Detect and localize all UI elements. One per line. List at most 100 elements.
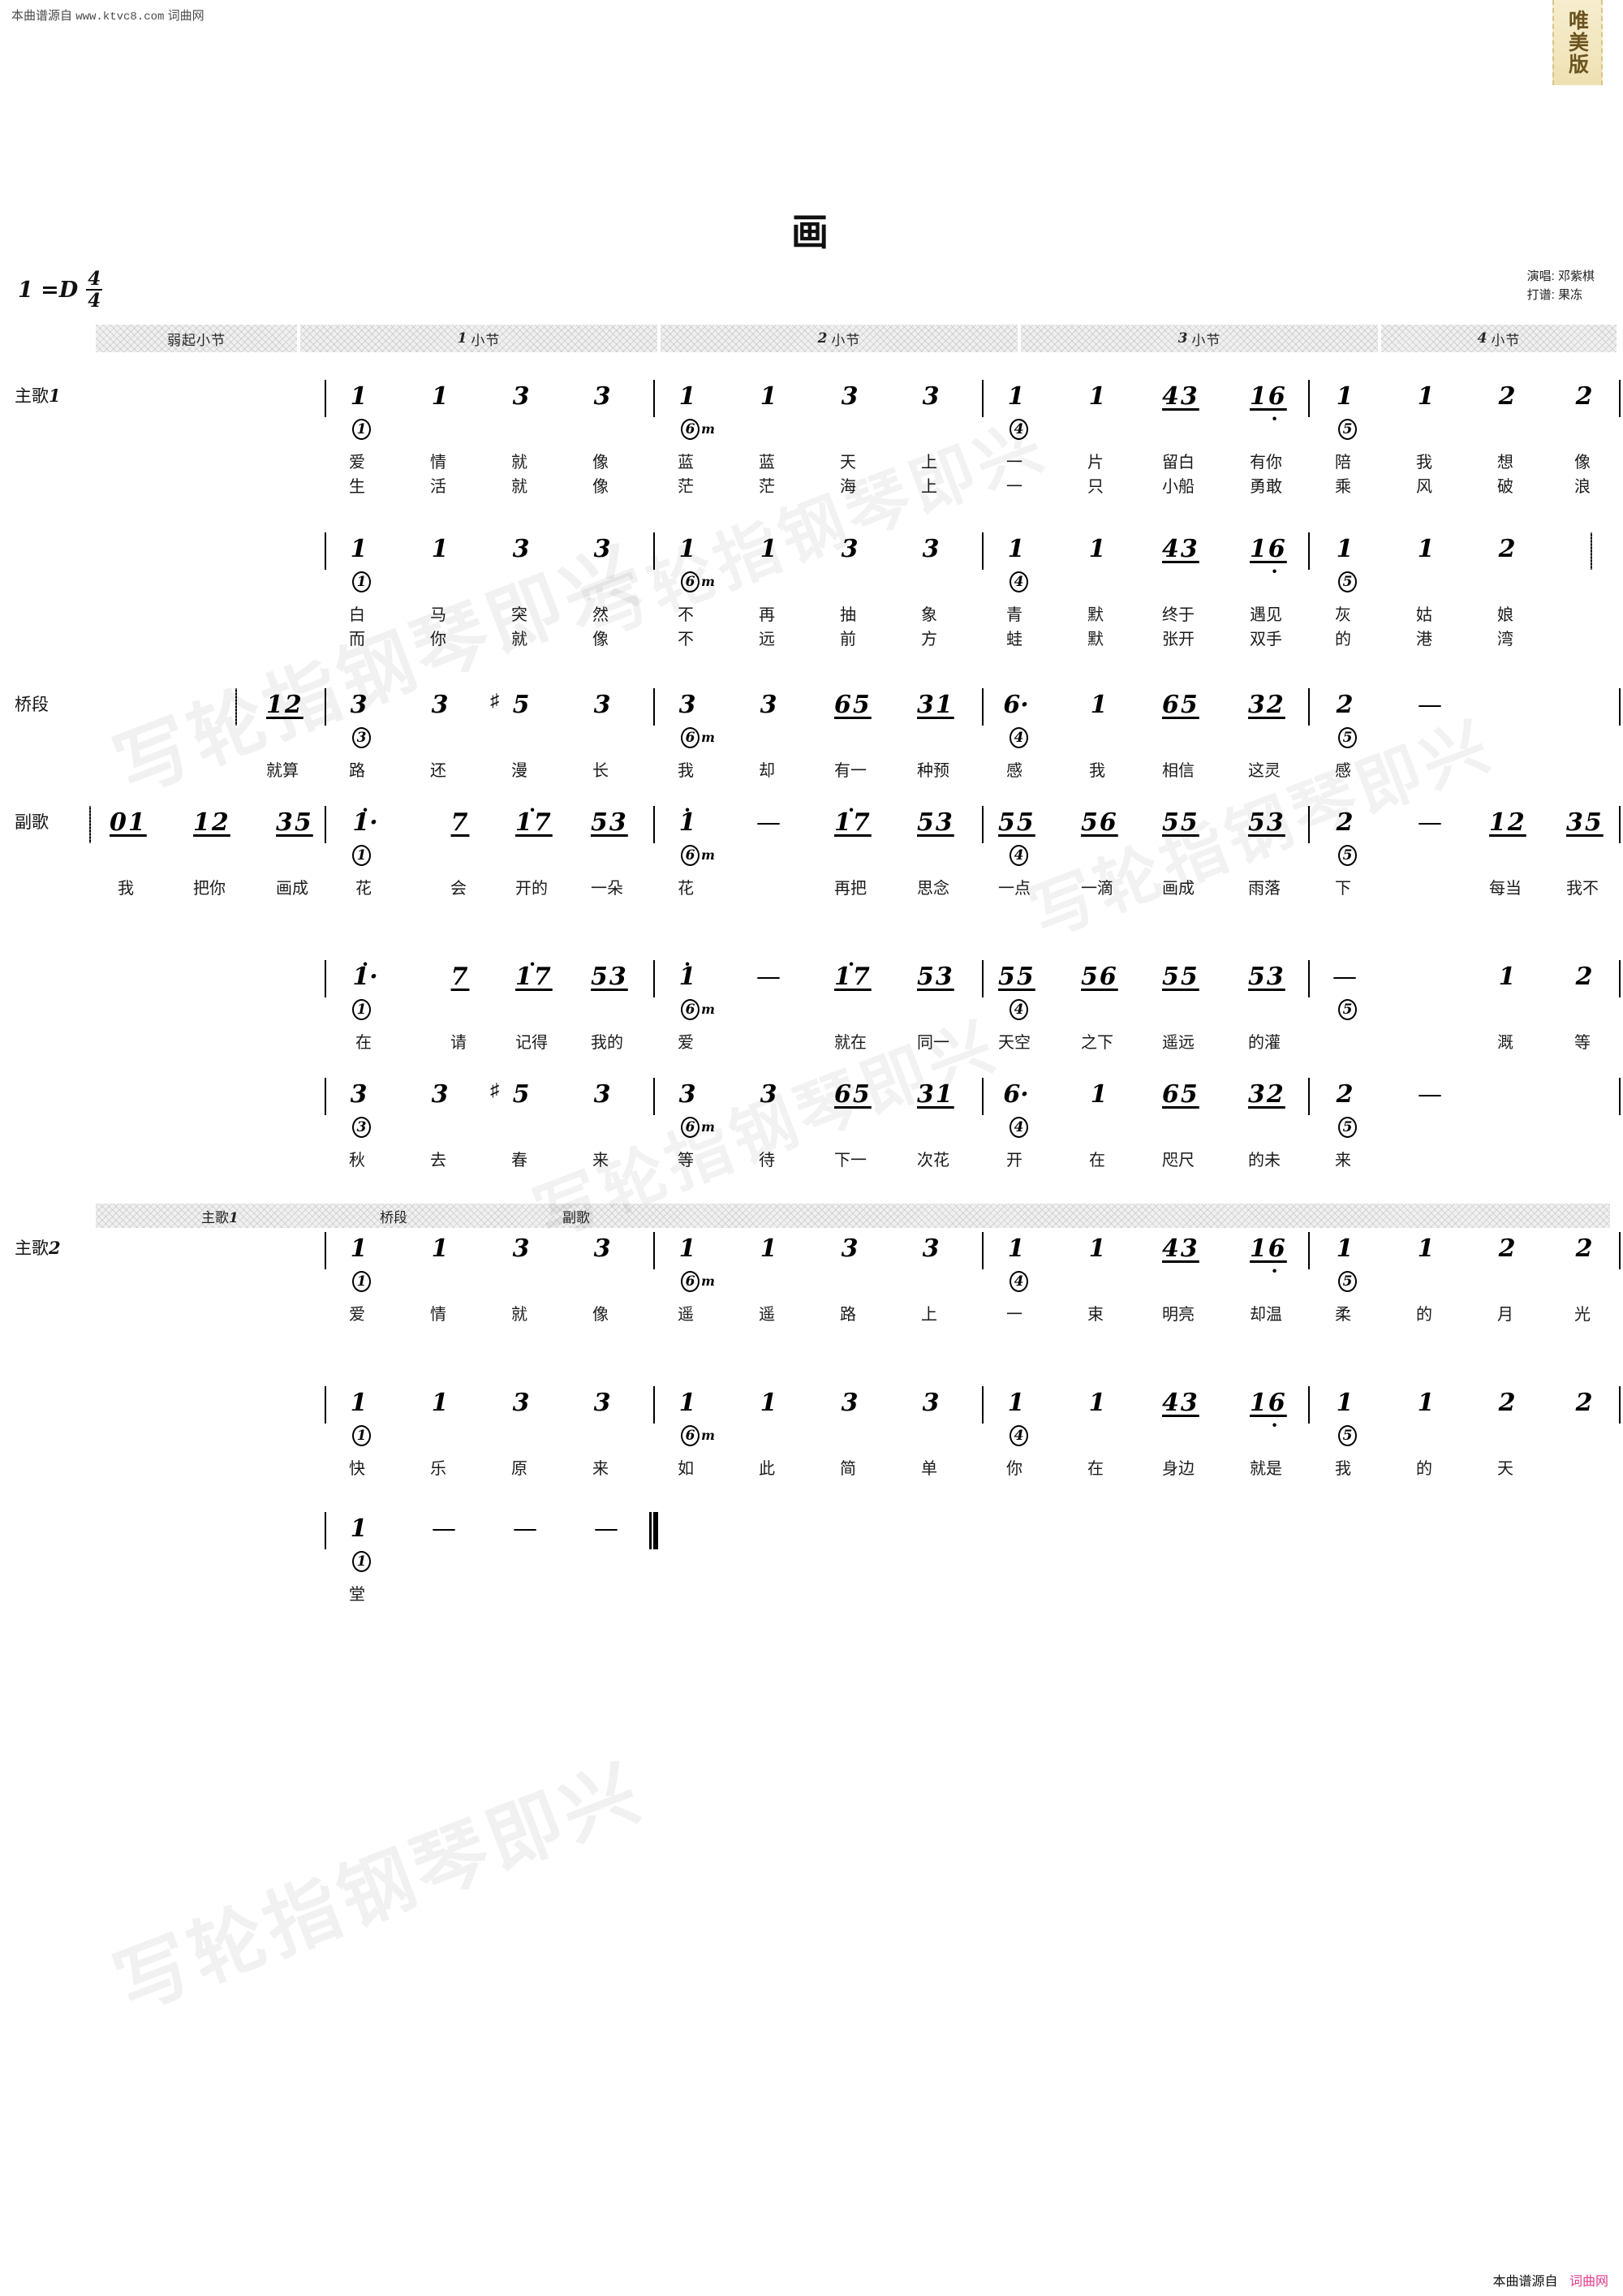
chord-symbol: 6m (681, 1115, 715, 1138)
source-credit-bottom: 本曲谱源自 词曲网 (1493, 2270, 1608, 2290)
lyric-syllable: 来 (592, 1152, 609, 1170)
chord-symbol: 5 (1338, 417, 1357, 440)
lyric-syllable: 情 (430, 1306, 446, 1324)
chord-symbol: 4 (1010, 997, 1028, 1020)
note: 3 (350, 1080, 368, 1109)
source-credit-bottom-site: 词曲网 (1569, 2275, 1608, 2289)
chord-quality-minor: m (701, 421, 715, 437)
staff-row-verse1-line2: 1 1 3 3 1 1 3 3 1 1 43 16 · 1 1 2 1 6 m 4 5 白马突然不再抽象青默终于 遇见灰姑娘… (0, 526, 1623, 676)
note: 65 (834, 1080, 872, 1109)
note: 43 (1162, 1389, 1199, 1417)
lyric-syllable: 就在 (834, 1034, 867, 1052)
chord-quality-minor: m (701, 1119, 715, 1135)
barline (982, 1386, 984, 1424)
barline (325, 688, 326, 726)
note: 2 (1498, 1389, 1516, 1417)
barline (325, 1078, 326, 1115)
note: 1 (1090, 691, 1108, 719)
note: 3 (841, 535, 859, 563)
note: 3 (593, 382, 611, 411)
lyric-syllable: 乘 (1335, 478, 1351, 496)
lyric-syllable: 明亮 (1162, 1306, 1195, 1324)
chord-degree: 3 (352, 727, 371, 748)
octave-dot-high: · (528, 798, 538, 821)
measure-number: 3 (1177, 330, 1189, 347)
chord-quality-minor: m (701, 1273, 715, 1289)
note: 1 (1417, 1234, 1435, 1263)
note: 2 (1498, 1234, 1516, 1263)
lyric-syllable: 张开 (1162, 631, 1195, 648)
sharp-accidental: ♯ (490, 1079, 499, 1100)
chord-symbol: 3 (352, 1115, 371, 1138)
note: 3 (678, 1080, 696, 1109)
lyric-syllable: 种预 (917, 762, 949, 780)
source-credit-bottom-prefix: 本曲谱源自 (1492, 2275, 1558, 2289)
measure-label-1: 1 小节 (300, 325, 657, 352)
note: 53 (917, 808, 954, 837)
lyric-syllable: 思念 (917, 880, 949, 898)
chord-degree: 3 (352, 1117, 371, 1138)
measure-number: 4 (1477, 330, 1488, 347)
lyric-syllable: 一 (1006, 1306, 1022, 1324)
lyric-syllable: 此 (759, 1460, 775, 1478)
note: 35 (1566, 808, 1604, 837)
octave-dot-high: · (847, 952, 857, 976)
lyric-syllable: 像 (592, 1306, 609, 1324)
note: 3 (431, 1080, 449, 1109)
chord-degree: 1 (352, 1551, 371, 1572)
lyric-syllable: 把你 (193, 880, 226, 898)
measure-number: 2 (817, 330, 829, 347)
note: 65 (1162, 691, 1199, 719)
barline (1619, 688, 1621, 726)
dotted-barline (89, 806, 91, 843)
note: 2 (1575, 963, 1593, 991)
octave-dot-low: · (1271, 1413, 1280, 1437)
note-sustain-dash: — (756, 963, 781, 991)
note: 1 (350, 1389, 368, 1417)
lyric-syllable: 溉 (1497, 1034, 1513, 1052)
note: 1 (1007, 1389, 1025, 1417)
lyric-syllable: 画成 (1162, 880, 1195, 898)
lyric-syllable: 遇见 (1250, 606, 1282, 624)
lyric-syllable: 这灵 (1248, 762, 1281, 780)
key-label: 1 =D (18, 277, 79, 303)
note: 1 (760, 1234, 777, 1263)
chord-symbol: 5 (1338, 570, 1357, 592)
barline (325, 806, 326, 843)
lyric-syllable: 身边 (1162, 1460, 1195, 1478)
lyric-syllable: 的 (1416, 1306, 1432, 1324)
octave-dot-high: · (683, 798, 691, 821)
note: 12 (1489, 808, 1526, 837)
measure-label-4: 4 小节 (1381, 325, 1617, 352)
lyric-syllable: 春 (511, 1152, 527, 1170)
chord-symbol: 5 (1338, 1115, 1357, 1138)
note: 2 (1498, 535, 1516, 563)
note: 17 · (834, 952, 872, 991)
note: 16 · (1250, 1389, 1287, 1437)
time-signature-numerator: 4 (86, 268, 103, 291)
barline (653, 960, 655, 997)
row-label-number: 2 (49, 1238, 61, 1258)
credit-singer: 演唱: 邓紫棋 (1526, 269, 1595, 283)
note: 32 (1248, 691, 1285, 719)
lyric-syllable: 在 (1087, 1460, 1104, 1478)
note: 3 (678, 691, 696, 719)
watermark: 写轮指钢琴即兴 (103, 1747, 655, 2029)
note: 1 (1336, 1234, 1354, 1263)
staff-row-verse2-line1: 主歌2 1 1 3 3 1 1 3 3 1 1 43 16 · 1 1 2 2 1 6 m 4 5 爱 情 就 像 遥 遥 路 上 一 束 明亮 却… (0, 1226, 1623, 1376)
barline (653, 380, 655, 417)
note: 43 (1162, 535, 1199, 563)
chord-degree: 1 (352, 571, 371, 592)
chord-symbol: 4 (1010, 417, 1028, 440)
lyric-syllable: 一 (1006, 478, 1022, 496)
lyric-syllable: 而 (349, 631, 365, 648)
note: 1 (1498, 963, 1516, 991)
chord-degree: 4 (1010, 727, 1028, 748)
barline (325, 1232, 326, 1269)
barline (982, 1078, 984, 1115)
chord-symbol: 5 (1338, 1424, 1357, 1446)
note-sustain-dash: — (1332, 963, 1357, 991)
chord-degree: 4 (1010, 1117, 1028, 1138)
barline (1308, 532, 1310, 570)
note: 3 (760, 691, 777, 719)
